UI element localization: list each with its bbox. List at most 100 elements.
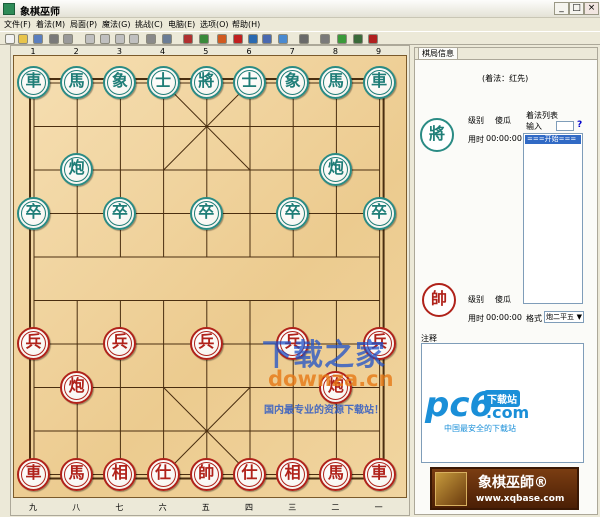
black-piece[interactable]: 士 xyxy=(146,66,180,99)
bottom-level-value: 傻瓜 xyxy=(495,295,511,304)
red-piece[interactable]: 兵 xyxy=(189,327,223,360)
move-list[interactable]: ===开始=== xyxy=(523,133,583,304)
minimize-button[interactable]: _ xyxy=(554,2,569,15)
black-piece[interactable]: 卒 xyxy=(17,196,50,230)
column-label-bottom: 一 xyxy=(374,503,383,512)
black-piece[interactable]: 將 xyxy=(189,66,223,99)
toolbar xyxy=(0,31,600,45)
timer-icon[interactable] xyxy=(319,34,330,44)
watermark-domain: downza.cn xyxy=(268,367,394,391)
black-piece[interactable]: 車 xyxy=(362,66,396,99)
logo-image xyxy=(435,472,467,506)
chevron-down-icon: ▼ xyxy=(576,313,582,321)
red-piece[interactable]: 相 xyxy=(276,457,310,491)
menu-computer[interactable]: 电脑(E) xyxy=(168,19,195,30)
print-icon[interactable] xyxy=(48,34,59,44)
stop-icon[interactable] xyxy=(262,34,273,44)
top-level-label: 级别 xyxy=(468,116,484,125)
black-piece[interactable]: 士 xyxy=(233,66,266,99)
red-piece[interactable]: 帥 xyxy=(189,457,223,491)
watermark-tagline: 国内最专业的资源下载站！ xyxy=(264,405,384,416)
column-label-bottom: 五 xyxy=(201,503,210,512)
menu-position[interactable]: 局面(P) xyxy=(70,19,97,30)
column-label-bottom: 六 xyxy=(158,503,167,512)
black-piece[interactable]: 車 xyxy=(17,66,50,99)
format-label: 格式 xyxy=(526,314,542,323)
black-piece[interactable]: 炮 xyxy=(60,153,94,186)
red-piece[interactable]: 車 xyxy=(17,457,50,491)
help-link[interactable]: ? xyxy=(577,120,582,130)
board-grid xyxy=(29,78,385,480)
red-piece[interactable]: 仕 xyxy=(233,457,266,491)
copy-icon[interactable] xyxy=(63,34,74,44)
info-icon[interactable] xyxy=(278,34,289,44)
black-piece[interactable]: 馬 xyxy=(60,66,94,99)
board-icon[interactable] xyxy=(162,34,173,44)
watermark-pc6: pc6 xyxy=(425,385,494,425)
red-piece[interactable]: 馬 xyxy=(319,457,353,491)
menu-challenge[interactable]: 挑战(C) xyxy=(135,19,163,30)
column-label-bottom: 三 xyxy=(288,503,297,512)
eye-icon[interactable] xyxy=(233,34,244,44)
watermark-pc6-sub: 中国最安全的下载站 xyxy=(444,424,516,433)
menu-options[interactable]: 选项(O) xyxy=(200,19,229,30)
prev-icon[interactable] xyxy=(100,34,111,44)
open-icon[interactable] xyxy=(18,34,29,44)
red-piece[interactable]: 馬 xyxy=(60,457,94,491)
play-icon[interactable] xyxy=(336,34,347,44)
top-time-label: 用时 xyxy=(468,135,484,144)
delete-icon[interactable] xyxy=(146,34,157,44)
chess-board[interactable]: 車馬象士將士象馬車炮炮卒卒卒卒卒兵兵兵兵兵炮炮車馬相仕帥仕相馬車 xyxy=(13,55,407,498)
app-icon xyxy=(3,3,15,15)
move-input[interactable] xyxy=(556,121,574,131)
computer-icon[interactable] xyxy=(198,34,209,44)
bind-icon[interactable] xyxy=(298,34,309,44)
black-piece[interactable]: 卒 xyxy=(189,196,223,230)
menu-help[interactable]: 帮助(H) xyxy=(232,19,260,30)
last-icon[interactable] xyxy=(129,34,140,44)
input-label: 输入 xyxy=(526,122,542,131)
menu-bar: 文件(F) 着法(M) 局面(P) 魔法(G) 挑战(C) 电脑(E) 选项(O… xyxy=(0,18,600,31)
red-piece[interactable]: 車 xyxy=(362,457,396,491)
red-piece[interactable]: 炮 xyxy=(60,370,94,404)
format-select[interactable]: 炮二平五 ▼ xyxy=(544,311,584,323)
black-piece[interactable]: 卒 xyxy=(276,196,310,230)
black-piece[interactable]: 象 xyxy=(276,66,310,99)
bottom-player-piece: 帥 xyxy=(422,283,456,317)
column-label-bottom: 四 xyxy=(245,503,253,512)
column-label-bottom: 九 xyxy=(29,503,37,512)
maximize-button[interactable]: □ xyxy=(569,2,584,15)
window-title: 象棋巫师 xyxy=(20,7,60,18)
book-icon[interactable] xyxy=(247,34,258,44)
red-piece[interactable]: 相 xyxy=(103,457,137,491)
color-icon[interactable] xyxy=(217,34,228,44)
menu-file[interactable]: 文件(F) xyxy=(4,19,31,30)
bottom-time-label: 用时 xyxy=(468,314,484,323)
red-piece[interactable]: 兵 xyxy=(17,327,50,360)
move-list-item[interactable]: ===开始=== xyxy=(525,135,581,144)
disable-icon[interactable] xyxy=(368,34,379,44)
logo-url: www.xqbase.com xyxy=(476,494,565,504)
red-piece[interactable]: 仕 xyxy=(146,457,180,491)
menu-moves[interactable]: 着法(M) xyxy=(36,19,65,30)
tab-game-info[interactable]: 棋局信息 xyxy=(418,47,458,59)
first-icon[interactable] xyxy=(85,34,96,44)
top-level-value: 傻瓜 xyxy=(495,116,511,125)
edit-icon[interactable] xyxy=(183,34,193,44)
close-button[interactable]: × xyxy=(584,2,599,15)
black-piece[interactable]: 卒 xyxy=(103,196,137,230)
title-bar: 象棋巫师 _ □ × xyxy=(0,0,600,18)
save-icon[interactable] xyxy=(32,34,43,44)
logo-name: 象棋巫師® xyxy=(478,475,548,491)
black-piece[interactable]: 卒 xyxy=(362,196,396,230)
format-value: 炮二平五 xyxy=(546,313,574,321)
next-icon[interactable] xyxy=(114,34,125,44)
menu-magic[interactable]: 魔法(G) xyxy=(102,19,130,30)
screen-icon[interactable] xyxy=(352,34,363,44)
column-label-bottom: 八 xyxy=(72,503,81,512)
logo-banner[interactable]: 象棋巫師® www.xqbase.com xyxy=(430,467,579,510)
column-label-bottom: 二 xyxy=(331,503,340,512)
top-player-piece: 將 xyxy=(420,118,454,152)
movelist-label: 着法列表 xyxy=(526,111,558,120)
new-icon[interactable] xyxy=(4,34,15,44)
